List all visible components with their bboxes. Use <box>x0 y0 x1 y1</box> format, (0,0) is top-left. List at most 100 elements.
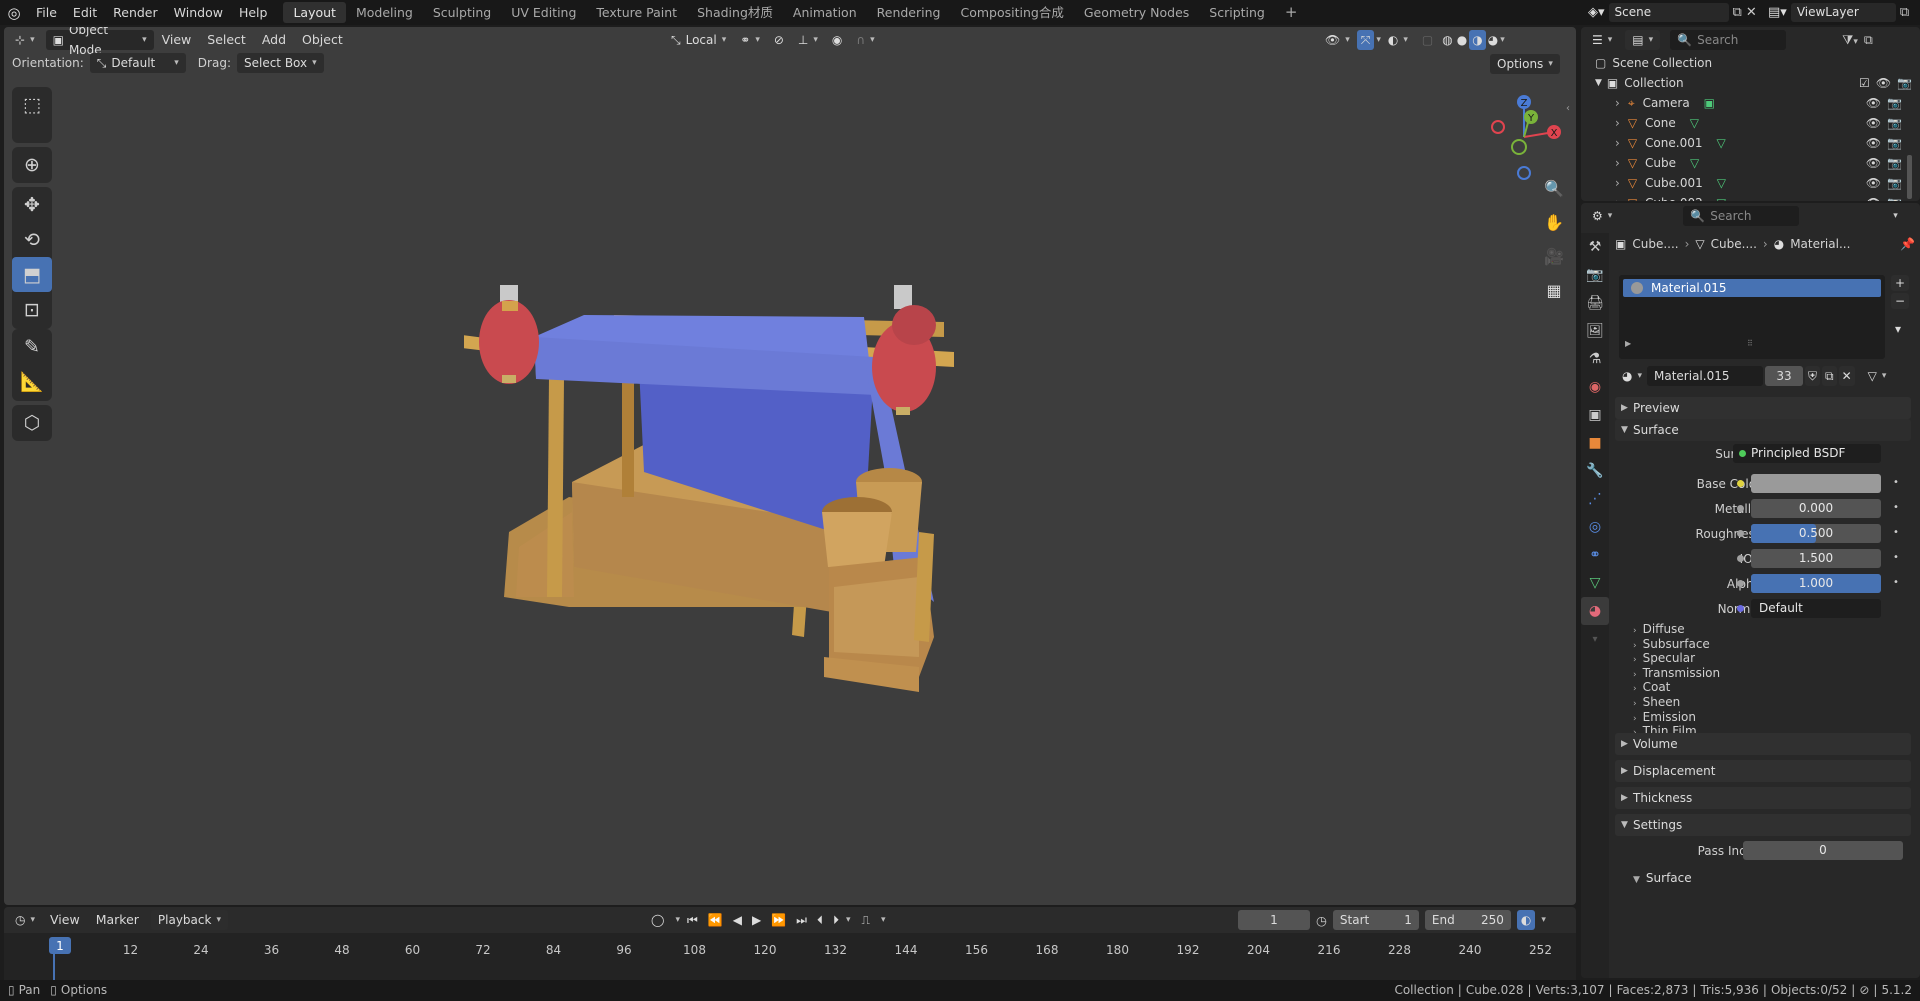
panel-surface[interactable]: ▼ Surface <box>1615 419 1911 441</box>
subpanel-transmission[interactable]: › Transmission <box>1633 666 1720 680</box>
panel-settings[interactable]: ▼ Settings <box>1615 814 1911 836</box>
keying-set-icon[interactable]: ⎍ <box>855 910 877 930</box>
outliner-row[interactable]: › ▽ Cube ▽ 👁 📷 <box>1581 153 1920 173</box>
view-layer-icon[interactable]: ▤▾ <box>1768 5 1787 20</box>
drag-dropdown[interactable]: Select Box ▾ <box>236 53 324 73</box>
material-link-icon[interactable]: ▽ ▾ <box>1865 366 1890 386</box>
subpanel-coat[interactable]: › Coat <box>1633 680 1670 694</box>
prev-frame-icon[interactable]: ⏴ <box>814 910 826 930</box>
play-reverse-icon[interactable]: ◀ <box>730 910 745 930</box>
preview-range-icon[interactable]: ◷ <box>1316 913 1327 928</box>
end-frame-field[interactable]: End 250 <box>1424 910 1511 930</box>
material-name-field[interactable]: Material.015 <box>1647 366 1764 386</box>
fake-user-shield-icon[interactable]: ⛨ <box>1805 366 1821 386</box>
material-slot-list[interactable]: Material.015 ▶ ⠿ <box>1619 275 1885 359</box>
editor-type-button[interactable]: ⊹ ▾ <box>8 30 42 50</box>
blender-logo-icon[interactable]: ◎ <box>0 4 28 22</box>
alpha-slider[interactable]: 1.000 <box>1751 574 1881 593</box>
xray-toggle-icon[interactable]: ▢ <box>1415 30 1440 50</box>
mesh-data-icon[interactable]: ▽ <box>1717 176 1726 190</box>
keyframe-dot-icon[interactable]: • <box>1893 527 1899 538</box>
breadcrumb-object[interactable]: Cube.... <box>1632 237 1678 251</box>
breadcrumb-mesh[interactable]: Cube.... <box>1711 237 1757 251</box>
mesh-data-icon[interactable]: ▽ <box>1690 156 1699 170</box>
add-slot-button[interactable]: + <box>1891 275 1910 291</box>
visibility-eye-icon[interactable]: 👁 <box>1866 116 1881 130</box>
collection-render-icon[interactable]: 📷 <box>1897 76 1912 90</box>
panel-volume[interactable]: ▶ Volume <box>1615 733 1911 755</box>
timeline-menu-view[interactable]: View <box>42 910 88 930</box>
tab-scripting[interactable]: Scripting <box>1199 2 1275 23</box>
outliner-row[interactable]: › ▽ Cube.002 ▽ 👁 📷 <box>1581 193 1920 201</box>
properties-editor-type-button[interactable]: ⚙ ▾ <box>1585 206 1619 226</box>
render-tab-icon[interactable]: 📷 <box>1581 261 1609 289</box>
keyframe-dot-icon[interactable]: • <box>1893 477 1899 488</box>
mesh-data-icon[interactable]: ▽ <box>1717 196 1726 201</box>
properties-options-chevron-icon[interactable]: ▾ <box>1893 211 1898 221</box>
outliner-row[interactable]: › ▽ Cone.001 ▽ 👁 📷 <box>1581 133 1920 153</box>
pan-hand-icon[interactable]: ✋ <box>1541 209 1567 235</box>
socket-icon[interactable] <box>1737 530 1744 537</box>
subpanel-emission[interactable]: › Emission <box>1633 710 1696 724</box>
move-tool-icon[interactable]: ✥ <box>12 187 52 222</box>
visibility-eye-icon[interactable]: 👁 <box>1866 196 1881 201</box>
menu-help[interactable]: Help <box>231 0 276 25</box>
collection-tab-icon[interactable]: ▣ <box>1581 401 1609 429</box>
tool-tab-icon[interactable]: ⚒ <box>1581 233 1609 261</box>
overlay-toggle-icon[interactable]: ◐ ▾ <box>1381 30 1415 50</box>
tab-modeling[interactable]: Modeling <box>346 2 423 23</box>
keyframe-dot-icon[interactable]: • <box>1893 577 1899 588</box>
annotate-tool-icon[interactable]: ✎ <box>12 329 52 364</box>
tab-texture-paint[interactable]: Texture Paint <box>586 2 687 23</box>
proportional-edit-icon[interactable]: ◉ <box>825 30 849 50</box>
gizmo-neg-z[interactable] <box>1517 166 1531 180</box>
menu-add[interactable]: Add <box>254 30 294 50</box>
frame-ruler[interactable] <box>4 933 1576 983</box>
panel-thickness[interactable]: ▶ Thickness <box>1615 787 1911 809</box>
timeline-editor[interactable]: ◷ ▾ View Marker Playback ▾ ◯ ▾ ⏮ ⏪ ◀ ▶ ⏩ ⏭… <box>4 907 1576 983</box>
tab-layout[interactable]: Layout <box>283 2 346 23</box>
tab-rendering[interactable]: Rendering <box>867 2 951 23</box>
prev-keyframe-icon[interactable]: ⏪ <box>705 910 726 930</box>
expand-chevron-icon[interactable]: › <box>1615 196 1620 201</box>
playback-dropdown[interactable]: Playback ▾ <box>150 910 228 930</box>
unlink-material-icon[interactable]: ✕ <box>1838 366 1855 386</box>
jump-start-icon[interactable]: ⏮ <box>684 910 701 930</box>
subpanel-subsurface[interactable]: › Subsurface <box>1633 637 1710 651</box>
menu-edit[interactable]: Edit <box>65 0 105 25</box>
menu-window[interactable]: Window <box>166 0 231 25</box>
collection-chevron-icon[interactable]: ▼ <box>1595 78 1602 88</box>
timeline-view-options-icon[interactable]: ◐ <box>1516 910 1536 930</box>
base-color-swatch[interactable] <box>1751 474 1881 493</box>
scene-tab-icon[interactable]: ⚗ <box>1581 345 1609 373</box>
outliner[interactable]: ☰ ▾ ▤ ▾ 🔍 Search ⧩▾ ⧉ ▢ Scene Collection ▼… <box>1581 27 1920 201</box>
menu-object[interactable]: Object <box>294 30 351 50</box>
orientation-dropdown[interactable]: ⤡ Default ▾ <box>89 53 186 73</box>
expand-chevron-icon[interactable]: › <box>1615 116 1620 130</box>
subpanel-diffuse[interactable]: › Diffuse <box>1633 622 1685 636</box>
outliner-row[interactable]: › ⌖ Camera ▣ 👁 📷 <box>1581 93 1920 113</box>
perspective-grid-icon[interactable]: ▦ <box>1541 277 1567 303</box>
pass-index-field[interactable]: 0 <box>1743 841 1903 860</box>
world-tab-icon[interactable]: ◉ <box>1581 373 1609 401</box>
expand-chevron-icon[interactable]: › <box>1615 176 1620 190</box>
scene-collection-row[interactable]: ▢ Scene Collection <box>1581 53 1920 73</box>
tab-geometry-nodes[interactable]: Geometry Nodes <box>1074 2 1199 23</box>
panel-displacement[interactable]: ▶ Displacement <box>1615 760 1911 782</box>
surface-shader-field[interactable]: Principled BSDF <box>1733 444 1881 463</box>
data-tab-icon[interactable]: ▽ <box>1581 569 1609 597</box>
rotate-tool-icon[interactable]: ⟲ <box>12 222 52 257</box>
view-layer-tab-icon[interactable]: 🖼 <box>1581 317 1609 345</box>
ior-slider[interactable]: 1.500 <box>1751 549 1881 568</box>
scene-name-field[interactable]: Scene <box>1608 3 1729 22</box>
shading-solid-icon[interactable]: ● <box>1455 30 1469 50</box>
remove-scene-icon[interactable]: ✕ <box>1746 5 1757 20</box>
socket-icon[interactable] <box>1737 480 1744 487</box>
filter-icon[interactable]: ⧩▾ <box>1842 32 1858 48</box>
modifier-tab-icon[interactable]: 🔧 <box>1581 457 1609 485</box>
menu-render[interactable]: Render <box>105 0 166 25</box>
timeline-editor-type-button[interactable]: ◷ ▾ <box>8 910 42 930</box>
remove-slot-button[interactable]: − <box>1891 293 1910 309</box>
physics-tab-icon[interactable]: ◎ <box>1581 513 1609 541</box>
new-scene-icon[interactable]: ⧉ <box>1733 5 1742 20</box>
